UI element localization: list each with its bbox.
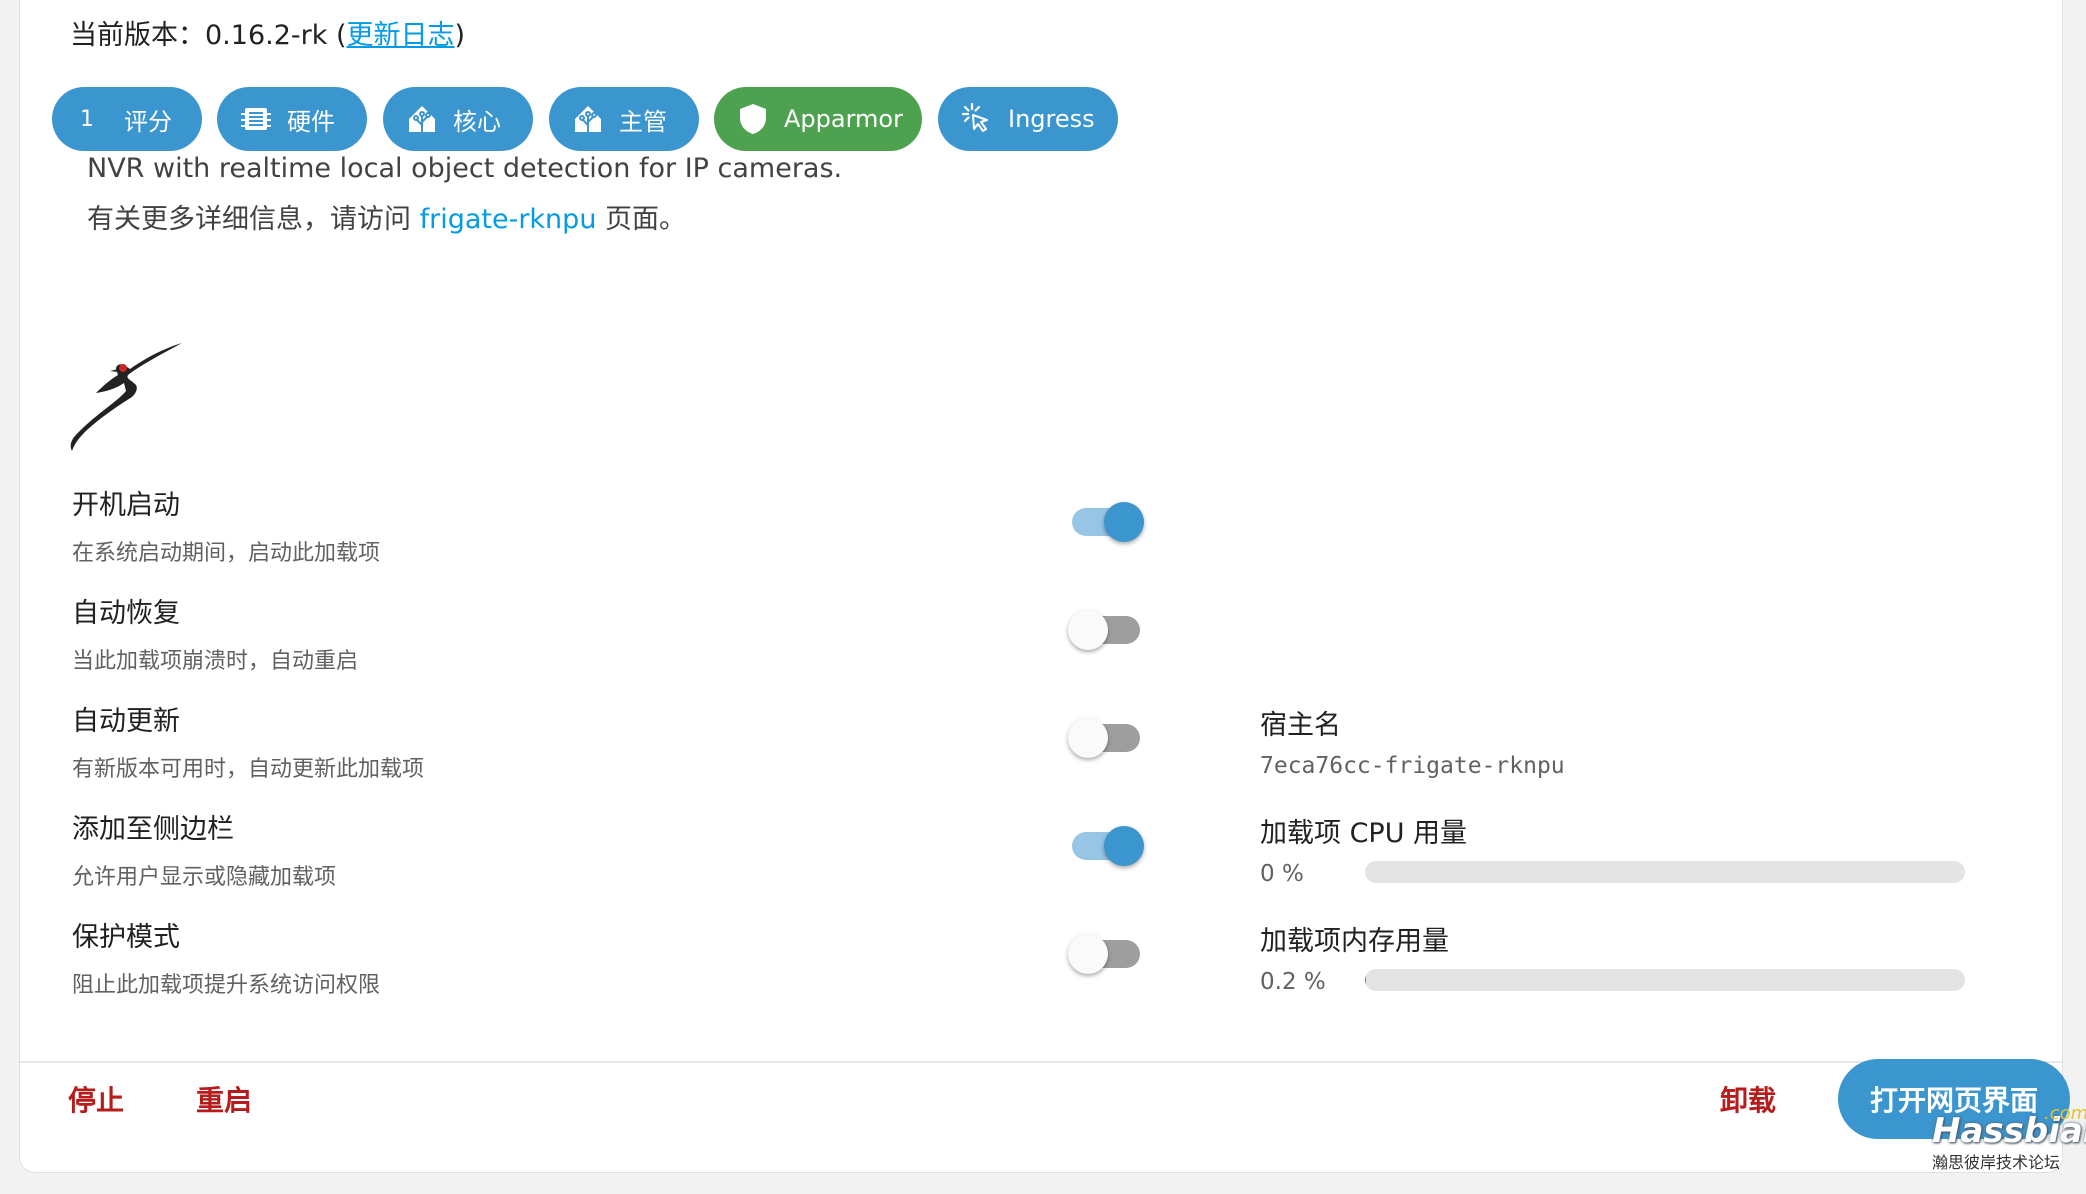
chip-hardware[interactable]: 硬件	[217, 87, 367, 151]
memory-usage-label: 加载项内存用量	[1260, 926, 1449, 957]
toggle-protection-mode[interactable]	[1068, 931, 1144, 977]
option-title-show-in-sidebar: 添加至侧边栏	[72, 814, 234, 845]
hostname-value: 7eca76cc-frigate-rknpu	[1260, 753, 1565, 779]
rating-number: 1	[80, 106, 94, 132]
option-subtitle-protection-mode: 阻止此加载项提升系统访问权限	[72, 973, 381, 998]
cpu-usage-label: 加载项 CPU 用量	[1260, 818, 1468, 849]
option-subtitle-auto-update: 有新版本可用时，自动更新此加载项	[72, 757, 425, 782]
frigate-bird-logo	[64, 341, 184, 457]
addon-more-info: 有关更多详细信息，请访问 frigate-rknpu 页面。	[87, 197, 686, 236]
option-subtitle-start-on-boot: 在系统启动期间，启动此加载项	[72, 541, 381, 566]
cpu-usage-bar	[1365, 861, 1965, 883]
chip-rating-label: 评分	[124, 107, 172, 136]
toggle-watchdog[interactable]	[1068, 607, 1144, 653]
chip-hardware-label: 硬件	[287, 107, 335, 136]
chip-ingress[interactable]: Ingress	[938, 87, 1118, 151]
changelog-link[interactable]: 更新日志	[346, 20, 454, 51]
addon-description: NVR with realtime local object detection…	[87, 153, 843, 184]
stop-button[interactable]: 停止	[68, 1079, 124, 1119]
uninstall-button[interactable]: 卸载	[1720, 1079, 1776, 1119]
chip-rating[interactable]: 1 评分	[52, 87, 202, 151]
addon-docs-link[interactable]: frigate-rknpu	[420, 204, 597, 235]
memory-usage-bar	[1365, 969, 1965, 991]
option-subtitle-watchdog: 当此加载项崩溃时，自动重启	[72, 649, 359, 674]
option-title-start-on-boot: 开机启动	[72, 490, 180, 521]
memory-usage-value: 0.2 %	[1260, 969, 1326, 995]
toggle-auto-update[interactable]	[1068, 715, 1144, 761]
shield-icon	[736, 102, 770, 136]
chip-ingress-label: Ingress	[1008, 105, 1095, 133]
watermark-com: .com	[2044, 1103, 2086, 1124]
watermark-subtitle: 瀚思彼岸技术论坛	[1932, 1153, 2061, 1172]
cpu-usage-value: 0 %	[1260, 861, 1304, 887]
chip-core-label: 核心	[453, 107, 501, 136]
toggle-start-on-boot[interactable]	[1068, 499, 1144, 545]
card-actions-divider	[20, 1061, 2064, 1063]
chip-supervisor[interactable]: 主管	[549, 87, 699, 151]
option-subtitle-show-in-sidebar: 允许用户显示或隐藏加载项	[72, 865, 337, 890]
toggle-show-in-sidebar[interactable]	[1068, 823, 1144, 869]
option-title-protection-mode: 保护模式	[72, 922, 180, 953]
home-assistant-icon	[571, 102, 605, 136]
home-assistant-icon	[405, 102, 439, 136]
version-text: 当前版本：0.16.2-rk (	[70, 20, 347, 51]
chip-apparmor-label: Apparmor	[784, 105, 903, 133]
memory-usage-fill	[1365, 969, 1367, 991]
addon-info-card: 当前版本：0.16.2-rk (更新日志) 1 评分 硬件 核心 主管 Appa…	[19, 0, 2086, 1173]
more-info-suffix: 页面。	[596, 204, 687, 235]
chip-icon	[239, 102, 273, 136]
hostname-label: 宿主名	[1260, 710, 1341, 741]
option-title-watchdog: 自动恢复	[72, 598, 180, 629]
version-line: 当前版本：0.16.2-rk (更新日志)	[70, 13, 465, 52]
option-title-auto-update: 自动更新	[72, 706, 180, 737]
chip-apparmor[interactable]: Apparmor	[714, 87, 922, 151]
chip-core[interactable]: 核心	[383, 87, 533, 151]
chip-supervisor-label: 主管	[619, 107, 667, 136]
cursor-click-icon	[960, 102, 994, 136]
version-suffix: )	[454, 20, 466, 51]
more-info-prefix: 有关更多详细信息，请访问	[87, 204, 420, 235]
restart-button[interactable]: 重启	[196, 1079, 252, 1119]
